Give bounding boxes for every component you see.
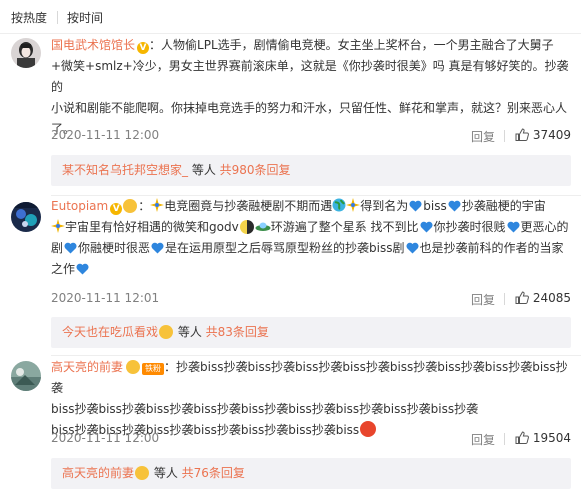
comment-body: 高天亮的前妻 铁粉 ：抄袭biss抄袭biss抄袭biss抄袭biss抄袭biss抄…: [51, 357, 571, 441]
reply-user-link[interactable]: 某不知名乌托邦空想家_: [62, 163, 188, 177]
sort-bar: 按热度 按时间: [0, 0, 581, 34]
timestamp: 2020-11-11 12:01: [51, 291, 160, 305]
sort-divider: [57, 11, 58, 24]
emoji-face-icon: [159, 325, 174, 339]
heart-icon: [409, 200, 422, 212]
emoji-face-icon: [135, 466, 150, 480]
emoji-face-icon: [123, 199, 138, 213]
globe-icon: [332, 198, 346, 212]
heart-icon: [76, 263, 89, 275]
username-link[interactable]: 国电武术馆馆长: [51, 38, 135, 52]
thumb-up-icon: [515, 431, 529, 444]
replies-summary[interactable]: 高天亮的前妻 等人 共76条回复: [51, 458, 571, 489]
sparkle-icon: [346, 198, 361, 212]
replies-summary[interactable]: 今天也在吃瓜看戏 等人 共83条回复: [51, 317, 571, 348]
like-button[interactable]: 19504: [515, 431, 571, 445]
comment-meta: 2020-11-11 12:01 回复 24085: [51, 291, 571, 309]
reply-button[interactable]: 回复: [471, 128, 495, 145]
like-count: 24085: [532, 291, 571, 305]
comment-text: 人物偷LPL选手，剧情偷电竞梗。女主坐上奖杯台，一个男主融合了大舅子: [161, 38, 554, 52]
comment-text: +微笑+smlz+冷少，男女主世界赛前滚床单，这就是《你抄袭时很美》吗 真是有够…: [51, 59, 569, 94]
heart-icon: [448, 200, 461, 212]
meta-divider: [504, 433, 505, 445]
emoji-face-icon: [126, 360, 141, 374]
thumb-up-icon: [515, 291, 529, 304]
heart-icon: [64, 242, 77, 254]
reply-user-link[interactable]: 高天亮的前妻: [62, 466, 134, 480]
comment-body: 国电武术馆馆长 V ：人物偷LPL选手，剧情偷电竞梗。女主坐上奖杯台，一个男主融合了…: [51, 35, 571, 140]
moon-icon: [239, 220, 254, 234]
meta-divider: [504, 130, 505, 142]
reply-count-link[interactable]: 共980条回复: [220, 163, 291, 177]
heart-icon: [507, 221, 520, 233]
v-badge-icon: V: [137, 42, 150, 54]
sparkle-icon: [150, 198, 165, 212]
username-link[interactable]: Eutopiam: [51, 199, 108, 213]
reply-user-link[interactable]: 今天也在吃瓜看戏: [62, 325, 158, 339]
comment-text: 小说和剧能不能爬啊。你抹掉电竞选手的努力和汗水，只留任性、鲜花和掌声，就这？别来…: [51, 101, 568, 115]
reply-button[interactable]: 回复: [471, 291, 495, 308]
like-count: 19504: [532, 431, 571, 445]
heart-icon: [151, 242, 164, 254]
avatar[interactable]: [11, 38, 41, 68]
comment-body: Eutopiam V：电竞圈竟与抄袭融梗剧不期而遇 得到名为 biss 抄袭融梗的宇宙 …: [51, 198, 569, 276]
heart-icon: [419, 221, 433, 233]
avatar[interactable]: [11, 202, 41, 232]
comment-meta: 2020-11-11 12:00 回复 37409: [51, 128, 571, 146]
thumb-up-icon: [515, 128, 529, 141]
like-button[interactable]: 37409: [515, 128, 571, 142]
comment-text: biss抄袭biss抄袭biss抄袭biss抄袭biss抄袭biss抄袭biss…: [51, 402, 479, 416]
replies-summary[interactable]: 某不知名乌托邦空想家_ 等人 共980条回复: [51, 155, 571, 186]
sparkle-icon: [51, 219, 65, 233]
username-link[interactable]: 高天亮的前妻: [51, 360, 123, 374]
sort-by-time-tab[interactable]: 按时间: [67, 10, 103, 26]
like-button[interactable]: 24085: [515, 291, 571, 305]
comment-meta: 2020-11-11 12:00 回复 19504: [51, 431, 571, 449]
timestamp: 2020-11-11 12:00: [51, 431, 160, 445]
reply-count-link[interactable]: 共76条回复: [182, 466, 245, 480]
avatar[interactable]: [11, 361, 41, 391]
fan-badge: 铁粉: [142, 363, 165, 375]
reply-count-link[interactable]: 共83条回复: [206, 325, 269, 339]
meta-divider: [504, 293, 505, 305]
sort-by-hot-tab[interactable]: 按热度: [11, 10, 47, 26]
like-count: 37409: [532, 128, 571, 142]
heart-icon: [405, 242, 419, 254]
reply-button[interactable]: 回复: [471, 431, 495, 448]
timestamp: 2020-11-11 12:00: [51, 128, 160, 142]
ufo-icon: [255, 222, 271, 231]
v-badge-icon: V: [110, 203, 123, 215]
comment-divider: [51, 355, 581, 356]
